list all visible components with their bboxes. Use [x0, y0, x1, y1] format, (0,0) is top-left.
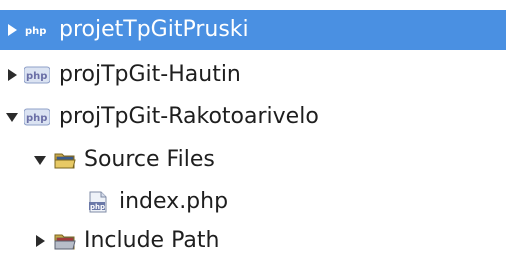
project-tree: php projetTpGitPruski php projTpGit-Haut…	[0, 0, 523, 255]
tree-item-projTpGit-Rakotoarivelo[interactable]: php projTpGit-Rakotoarivelo	[0, 97, 506, 137]
tree-item-index-php[interactable]: php index.php	[0, 182, 480, 222]
source-folder-icon	[54, 149, 76, 171]
tree-item-label: projetTpGitPruski	[59, 17, 249, 42]
tree-item-projTpGit-Hautin[interactable]: php projTpGit-Hautin	[0, 55, 506, 95]
tree-item-projetTpGitPruski[interactable]: php projetTpGitPruski	[0, 10, 506, 50]
php-project-icon: php	[24, 19, 46, 41]
svg-text:php: php	[25, 26, 46, 37]
tree-item-source-files[interactable]: Source Files	[0, 140, 480, 180]
collapse-arrow-icon[interactable]	[4, 109, 20, 125]
expand-arrow-icon[interactable]	[4, 67, 20, 83]
tree-item-label: projTpGit-Hautin	[59, 62, 241, 87]
tree-item-include-path[interactable]: Include Path	[0, 221, 480, 261]
expand-arrow-icon[interactable]	[32, 233, 48, 249]
svg-text:php: php	[26, 113, 47, 124]
svg-text:php: php	[90, 203, 105, 211]
svg-text:php: php	[26, 71, 47, 82]
tree-item-label: index.php	[119, 189, 229, 214]
php-project-icon: php	[24, 64, 50, 86]
include-path-folder-icon	[54, 230, 76, 252]
expand-arrow-icon[interactable]	[4, 22, 20, 38]
php-file-icon: php	[88, 191, 110, 213]
php-project-icon: php	[24, 106, 50, 128]
collapse-arrow-icon[interactable]	[32, 152, 48, 168]
tree-item-label: projTpGit-Rakotoarivelo	[59, 104, 319, 129]
tree-item-label: Include Path	[84, 228, 220, 253]
tree-item-label: Source Files	[84, 147, 215, 172]
